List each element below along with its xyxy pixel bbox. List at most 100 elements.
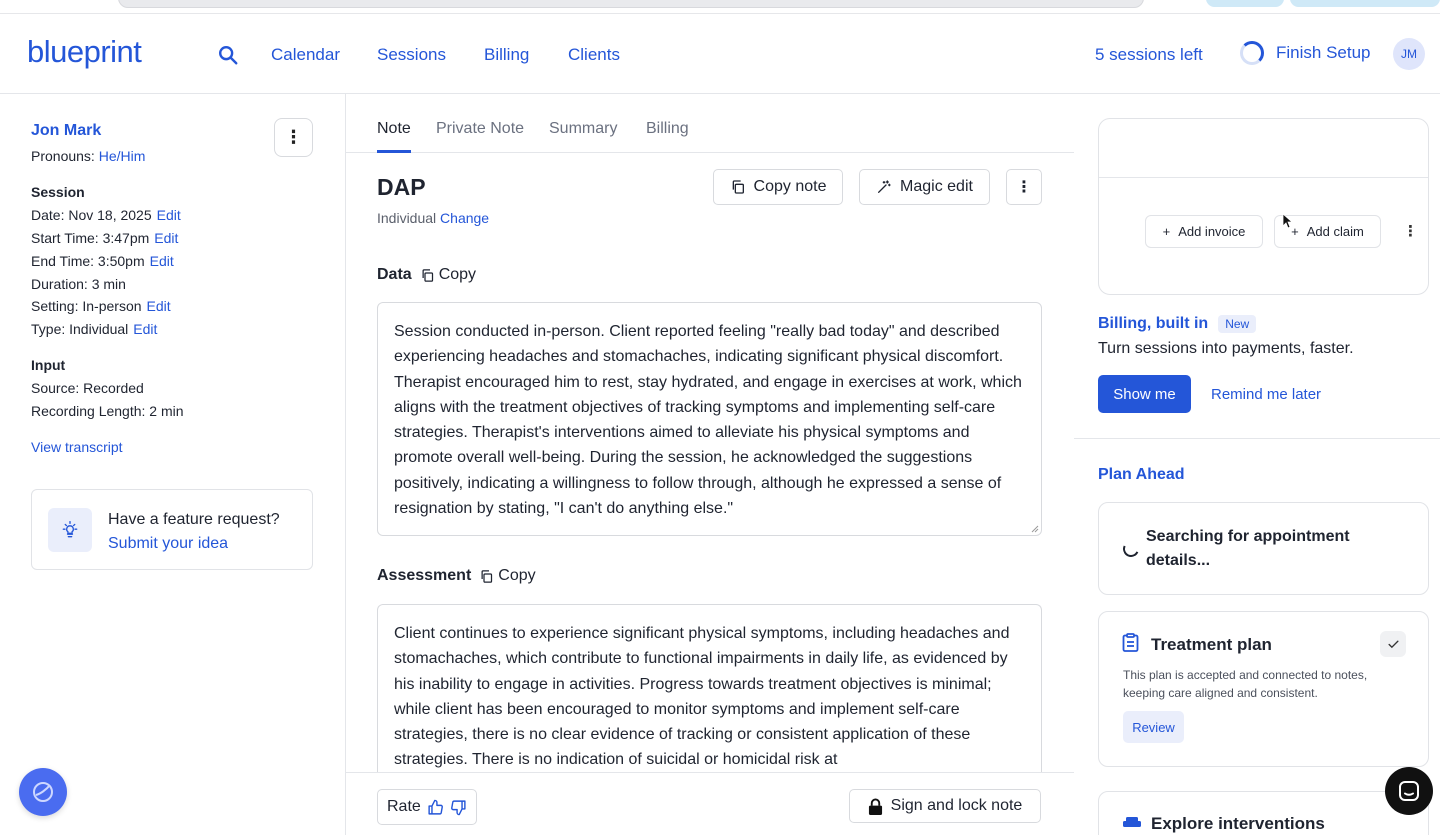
magic-edit-button[interactable]: Magic edit [859, 169, 990, 205]
change-type-link[interactable]: Change [440, 210, 489, 226]
appointment-search-card: Searching for appointment details... [1098, 502, 1429, 595]
note-template-title: DAP [377, 174, 426, 200]
submit-idea-link[interactable]: Submit your idea [108, 532, 280, 556]
view-transcript-link[interactable]: View transcript [31, 439, 123, 455]
edit-end-time-link[interactable]: Edit [150, 253, 174, 269]
search-icon[interactable] [217, 44, 239, 66]
edit-date-link[interactable]: Edit [157, 207, 181, 223]
magic-edit-label: Magic edit [900, 178, 973, 195]
assessment-section-header: Assessment Copy [377, 567, 536, 585]
assistant-fab[interactable] [19, 768, 67, 816]
tab-note[interactable]: Note [377, 120, 411, 153]
setting: Setting: In-person [31, 298, 142, 314]
browser-toolbar [0, 0, 1440, 14]
copy-assessment-button[interactable]: Copy [479, 567, 536, 585]
new-badge: New [1218, 315, 1257, 333]
sessions-left-link[interactable]: 5 sessions left [1095, 45, 1203, 65]
remind-later-link[interactable]: Remind me later [1211, 386, 1321, 403]
feature-request-text: Have a feature request? Submit your idea [108, 508, 280, 556]
nav-calendar[interactable]: Calendar [271, 45, 340, 65]
explore-interventions-title: Explore interventions [1151, 814, 1325, 833]
browser-extension-pill[interactable] [1290, 0, 1440, 7]
rate-label: Rate [387, 798, 421, 815]
section-divider [1074, 438, 1440, 439]
searching-text: Searching for appointment details... [1146, 528, 1350, 569]
client-menu-button[interactable]: ⋮ [274, 118, 313, 157]
copy-note-button[interactable]: Copy note [713, 169, 843, 205]
assistant-icon [33, 782, 53, 802]
copy-icon [732, 180, 744, 194]
note-type: Individual [377, 210, 437, 226]
kebab-icon: ⋮ [284, 127, 303, 147]
review-button[interactable]: Review [1123, 711, 1184, 743]
data-textarea[interactable]: Session conducted in-person. Client repo… [377, 302, 1042, 536]
sign-lock-button[interactable]: Sign and lock note [849, 789, 1041, 823]
mouse-cursor-icon [1282, 213, 1294, 229]
type-row: Type: Individual Edit [31, 321, 157, 337]
lock-icon [868, 798, 882, 815]
couch-icon [1123, 817, 1141, 827]
add-invoice-label: Add invoice [1178, 224, 1246, 239]
progress-ring-icon [1240, 41, 1264, 65]
note-type-row: Individual Change [377, 210, 489, 226]
pronouns-row: Pronouns: He/Him [31, 148, 145, 164]
client-name[interactable]: Jon Mark [31, 122, 101, 140]
data-text: Session conducted in-person. Client repo… [394, 323, 1022, 518]
pronouns-value[interactable]: He/Him [99, 148, 146, 164]
thumbs-up-icon[interactable] [427, 799, 444, 816]
duration-row: Duration: 3 min [31, 276, 126, 292]
duration: Duration: 3 min [31, 276, 126, 292]
nav-clients[interactable]: Clients [568, 45, 620, 65]
nav-billing[interactable]: Billing [484, 45, 529, 65]
nav-sessions[interactable]: Sessions [377, 45, 446, 65]
tab-summary[interactable]: Summary [549, 120, 617, 150]
input-heading: Input [31, 357, 66, 373]
note-action-bar: Rate Sign and lock note [346, 772, 1074, 835]
finish-setup-label: Finish Setup [1276, 43, 1371, 62]
session-date: Date: Nov 18, 2025 [31, 207, 152, 223]
copy-data-button[interactable]: Copy [420, 266, 476, 284]
resize-grip-icon[interactable] [1031, 525, 1039, 533]
browser-address-bar[interactable] [118, 0, 1144, 8]
feature-request-card: Have a feature request? Submit your idea [31, 489, 313, 570]
session-heading: Session [31, 184, 85, 200]
show-me-button[interactable]: Show me [1098, 375, 1191, 413]
end-time: End Time: 3:50pm [31, 253, 145, 269]
edit-setting-link[interactable]: Edit [147, 298, 171, 314]
copy-icon [422, 268, 433, 282]
check-icon[interactable] [1380, 631, 1406, 657]
plan-ahead-heading: Plan Ahead [1098, 466, 1185, 483]
explore-interventions-card[interactable]: Explore interventions [1098, 791, 1429, 835]
copy-note-label: Copy note [753, 178, 827, 195]
treatment-plan-card: Treatment plan This plan is accepted and… [1098, 611, 1429, 767]
edit-start-time-link[interactable]: Edit [154, 230, 178, 246]
avatar[interactable]: JM [1393, 38, 1425, 70]
chat-icon [1399, 781, 1419, 801]
data-section-header: Data Copy [377, 266, 476, 284]
note-tabs: Note Private Note Summary Billing [346, 94, 1074, 153]
blueprint-logo[interactable]: blueprint [27, 34, 142, 70]
plus-icon: + [1162, 224, 1171, 239]
note-more-button[interactable]: ⋮ [1006, 169, 1042, 205]
rate-widget: Rate [377, 789, 477, 825]
data-section-label: Data [377, 266, 412, 283]
copy-label: Copy [498, 567, 536, 584]
client-sidebar: Jon Mark ⋮ Pronouns: He/Him Session Date… [0, 94, 346, 835]
copy-label: Copy [438, 266, 477, 283]
tab-billing[interactable]: Billing [646, 120, 689, 150]
kebab-icon: ⋮ [1016, 179, 1032, 196]
treatment-plan-desc: This plan is accepted and connected to n… [1123, 668, 1368, 700]
tab-private-note[interactable]: Private Note [436, 120, 524, 150]
setting-row: Setting: In-person Edit [31, 298, 171, 314]
edit-type-link[interactable]: Edit [133, 321, 157, 337]
add-invoice-button[interactable]: + Add invoice [1145, 215, 1263, 248]
billing-more-button[interactable]: ⋮ [1403, 222, 1418, 240]
finish-setup-button[interactable]: Finish Setup [1240, 41, 1371, 65]
billing-title-text: Billing, built in [1098, 315, 1209, 332]
browser-extension-pill[interactable] [1206, 0, 1284, 7]
chat-fab[interactable] [1385, 767, 1433, 815]
card-divider [1099, 177, 1428, 178]
thumbs-down-icon[interactable] [450, 799, 467, 816]
assessment-section-label: Assessment [377, 567, 472, 584]
kebab-icon: ⋮ [1403, 223, 1418, 240]
